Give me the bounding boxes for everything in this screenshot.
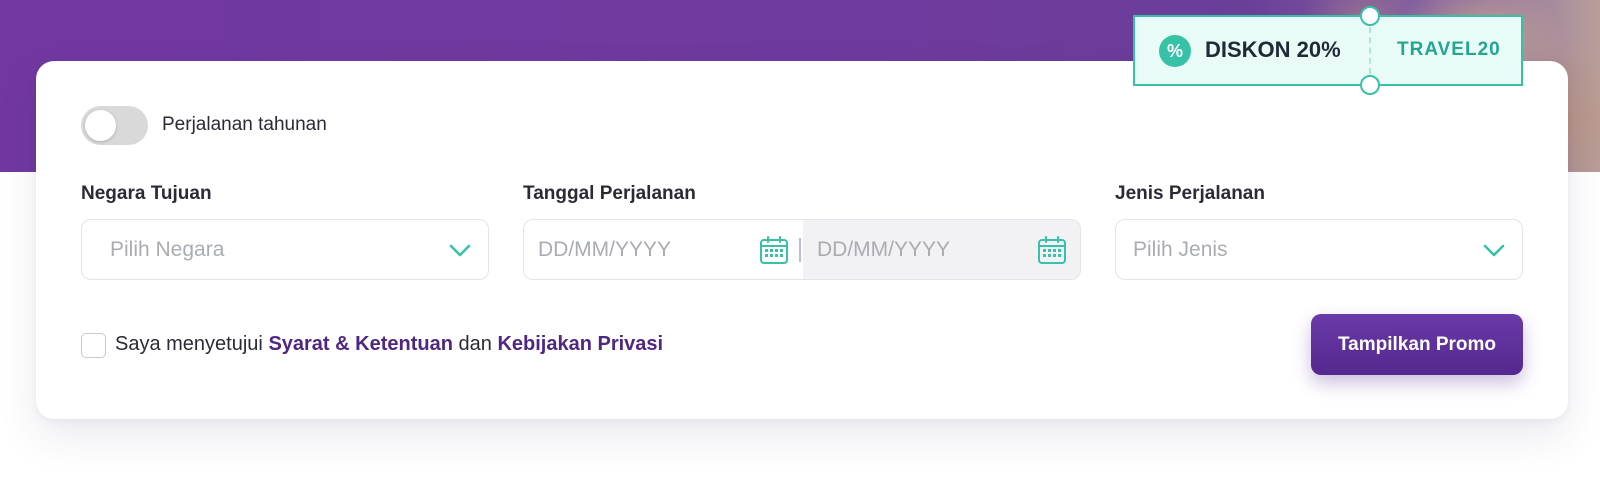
end-date-input[interactable]: DD/MM/YYYY <box>803 220 1080 279</box>
travel-type-label: Jenis Perjalanan <box>1115 183 1265 204</box>
percent-icon: % <box>1159 35 1191 67</box>
destination-placeholder: Pilih Negara <box>110 238 225 261</box>
travel-date-label: Tanggal Perjalanan <box>523 183 696 204</box>
consent-conjunction: dan <box>458 333 492 355</box>
consent-text: Saya menyetujui Syarat & Ketentuan dan K… <box>115 333 663 356</box>
ticket-perforation <box>1369 27 1371 74</box>
promo-ticket[interactable]: % DISKON 20% TRAVEL20 <box>1133 6 1523 95</box>
toggle-knob <box>85 110 116 141</box>
annual-trip-label: Perjalanan tahunan <box>162 114 327 135</box>
destination-label: Negara Tujuan <box>81 183 212 204</box>
destination-select[interactable]: Pilih Negara <box>81 219 489 280</box>
end-date-placeholder: DD/MM/YYYY <box>817 238 951 261</box>
show-promo-button[interactable]: Tampilkan Promo <box>1311 314 1523 375</box>
chevron-down-icon <box>449 244 471 257</box>
calendar-icon[interactable] <box>758 234 790 266</box>
consent-checkbox[interactable] <box>81 333 106 358</box>
consent-prefix: Saya menyetujui <box>115 333 263 355</box>
promo-label: DISKON 20% <box>1205 37 1341 62</box>
start-date-placeholder: DD/MM/YYYY <box>538 238 672 261</box>
terms-link[interactable]: Syarat & Ketentuan <box>268 333 453 355</box>
promo-code[interactable]: TRAVEL20 <box>1397 39 1501 61</box>
chevron-down-icon <box>1483 244 1505 257</box>
ticket-notch-top <box>1360 6 1380 26</box>
travel-date-range: DD/MM/YYYY DD/MM/YYYY <box>523 219 1081 280</box>
annual-trip-toggle[interactable] <box>81 106 148 145</box>
ticket-notch-bottom <box>1360 75 1380 95</box>
date-separator <box>799 238 801 262</box>
start-date-input[interactable]: DD/MM/YYYY <box>524 220 802 279</box>
travel-type-select[interactable]: Pilih Jenis <box>1115 219 1523 280</box>
calendar-icon[interactable] <box>1036 234 1068 266</box>
privacy-link[interactable]: Kebijakan Privasi <box>497 333 663 355</box>
travel-type-placeholder: Pilih Jenis <box>1133 238 1228 261</box>
